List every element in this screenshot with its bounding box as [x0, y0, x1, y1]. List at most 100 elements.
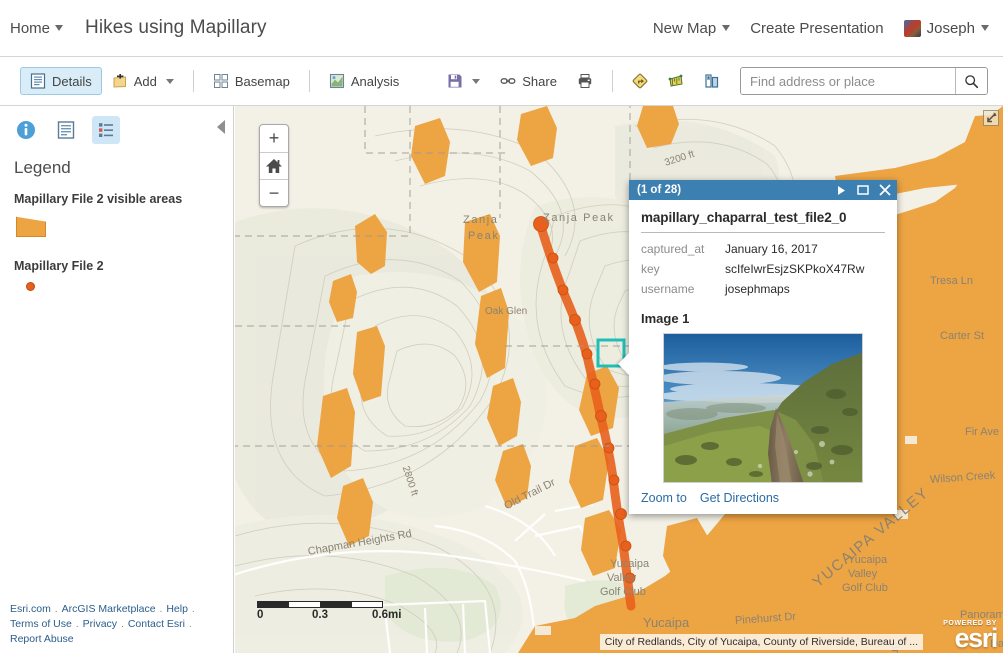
add-label: Add: [133, 73, 157, 89]
popup-header: (1 of 28): [629, 180, 897, 200]
scale-bar-labels: 0 0.3 0.6mi: [257, 609, 407, 623]
new-map-button[interactable]: New Map: [652, 19, 731, 37]
chevron-down-icon: [472, 78, 481, 84]
zoom-to-link[interactable]: Zoom to: [641, 491, 687, 505]
page-title: Hikes using Mapillary: [85, 17, 267, 38]
analysis-button[interactable]: Analysis: [319, 67, 409, 95]
footer-links: Esri.com . ArcGIS Marketplace . Help . T…: [10, 603, 195, 645]
save-icon: [447, 73, 463, 89]
bookmarks-icon: [704, 73, 720, 89]
panel-tab-bar: [0, 106, 233, 148]
bookmarks-button[interactable]: [694, 67, 730, 95]
search-button[interactable]: [955, 68, 987, 94]
attribute-key: key: [641, 262, 660, 276]
popup-maximize-button[interactable]: [857, 184, 869, 196]
scale-bar: 0 0.3 0.6mi: [257, 601, 407, 623]
zoom-out-button[interactable]: −: [260, 179, 288, 206]
toolbar-divider: [192, 70, 194, 92]
legend-item: Mapillary File 2: [0, 237, 233, 291]
table-row: captured_at January 16, 2017: [641, 239, 885, 259]
header-right-group: New Map Create Presentation Joseph: [652, 19, 1003, 37]
tab-about[interactable]: [12, 116, 40, 144]
maximize-icon: [857, 185, 869, 195]
map-attribution: City of Redlands, City of Yucaipa, Count…: [599, 634, 923, 650]
footer-link-report-abuse[interactable]: Report Abuse: [10, 633, 74, 645]
info-icon: [17, 121, 35, 139]
zoom-in-button[interactable]: +: [260, 125, 288, 152]
popup-next-button[interactable]: [836, 185, 847, 196]
footer-link-terms[interactable]: Terms of Use: [10, 618, 72, 630]
home-extent-button[interactable]: [260, 152, 288, 179]
link-icon: [500, 73, 516, 89]
popup-photo[interactable]: [663, 333, 863, 483]
arcgis-map-viewer: Home Hikes using Mapillary New Map Creat…: [0, 0, 1003, 653]
chevron-down-icon: [55, 25, 64, 31]
chevron-down-icon: [981, 25, 989, 31]
footer-link-help[interactable]: Help: [166, 603, 188, 615]
map-canvas-container[interactable]: 3200 ftZanjaPeakZanja PeakCa2800 ftTresa…: [235, 106, 1003, 653]
footer-link-marketplace[interactable]: ArcGIS Marketplace: [62, 603, 156, 615]
esri-logo: POWERED BY esri: [943, 620, 998, 652]
legend-point-swatch: [26, 282, 35, 291]
zoom-controls[interactable]: + −: [259, 124, 289, 207]
search-box[interactable]: [740, 67, 988, 95]
home-menu-label: Home: [10, 19, 51, 37]
user-name-label: Joseph: [926, 19, 975, 37]
basemap-icon: [213, 73, 229, 89]
search-input[interactable]: [741, 68, 955, 94]
footer-link-esri-com[interactable]: Esri.com: [10, 603, 51, 615]
feature-popup[interactable]: (1 of 28) mapillary_chaparral_test_file2…: [618, 180, 897, 514]
popup-actions: Zoom to Get Directions: [629, 483, 897, 514]
attribute-key: captured_at: [641, 242, 705, 256]
attribute-key: username: [641, 282, 695, 296]
analysis-label: Analysis: [350, 73, 400, 89]
home-icon: [266, 159, 282, 173]
scale-label-min: 0: [257, 609, 264, 621]
expand-map-button[interactable]: [983, 110, 999, 126]
measure-button[interactable]: [658, 67, 694, 95]
close-icon: [879, 184, 891, 196]
new-map-label: New Map: [652, 19, 717, 37]
popup-attribute-table: captured_at January 16, 2017 key scIfeIw…: [641, 239, 885, 299]
popup-title: mapillary_chaparral_test_file2_0: [641, 210, 885, 233]
directions-button[interactable]: [622, 67, 658, 95]
user-menu-button[interactable]: Joseph: [903, 19, 989, 37]
left-panel: Legend Mapillary File 2 visible areas Ma…: [0, 106, 234, 653]
popup-controls: [836, 184, 891, 196]
tab-legend[interactable]: [92, 116, 120, 144]
next-arrow-icon: [838, 185, 845, 195]
share-label: Share: [522, 73, 557, 89]
toolbar-divider: [308, 70, 310, 92]
search-icon: [965, 74, 979, 88]
legend-item-label: Mapillary File 2 visible areas: [14, 192, 183, 206]
scale-label-mid: 0.3: [312, 609, 328, 621]
legend-icon: [99, 123, 113, 137]
header-left-group: Home Hikes using Mapillary: [0, 17, 267, 39]
footer-link-privacy[interactable]: Privacy: [83, 618, 117, 630]
details-button[interactable]: Details: [20, 67, 102, 95]
collapse-panel-button[interactable]: [217, 120, 225, 134]
home-menu-button[interactable]: Home: [10, 19, 64, 37]
print-button[interactable]: [567, 67, 603, 95]
toolbar-divider: [611, 70, 613, 92]
legend-item-label: Mapillary File 2: [14, 259, 104, 273]
attribute-value: scIfeIwrEsjzSKPkoX47Rw: [725, 262, 865, 276]
footer-link-contact[interactable]: Contact Esri: [128, 618, 185, 630]
basemap-button[interactable]: Basemap: [203, 67, 300, 95]
create-presentation-button[interactable]: Create Presentation: [750, 20, 883, 37]
scale-label-max: 0.6mi: [372, 609, 402, 621]
save-button[interactable]: [437, 67, 490, 95]
share-button[interactable]: Share: [490, 67, 567, 95]
popup-body: mapillary_chaparral_test_file2_0 capture…: [629, 200, 897, 483]
chevron-down-icon: [165, 78, 174, 84]
measure-icon: [668, 73, 684, 89]
table-row: username josephmaps: [641, 279, 885, 299]
app-header: Home Hikes using Mapillary New Map Creat…: [0, 0, 1003, 57]
add-button[interactable]: Add: [102, 67, 184, 95]
details-label: Details: [52, 73, 92, 89]
tab-content[interactable]: [52, 116, 80, 144]
get-directions-link[interactable]: Get Directions: [700, 491, 779, 505]
popup-close-button[interactable]: [879, 184, 891, 196]
details-icon: [30, 73, 46, 89]
content-list-icon: [57, 121, 75, 139]
